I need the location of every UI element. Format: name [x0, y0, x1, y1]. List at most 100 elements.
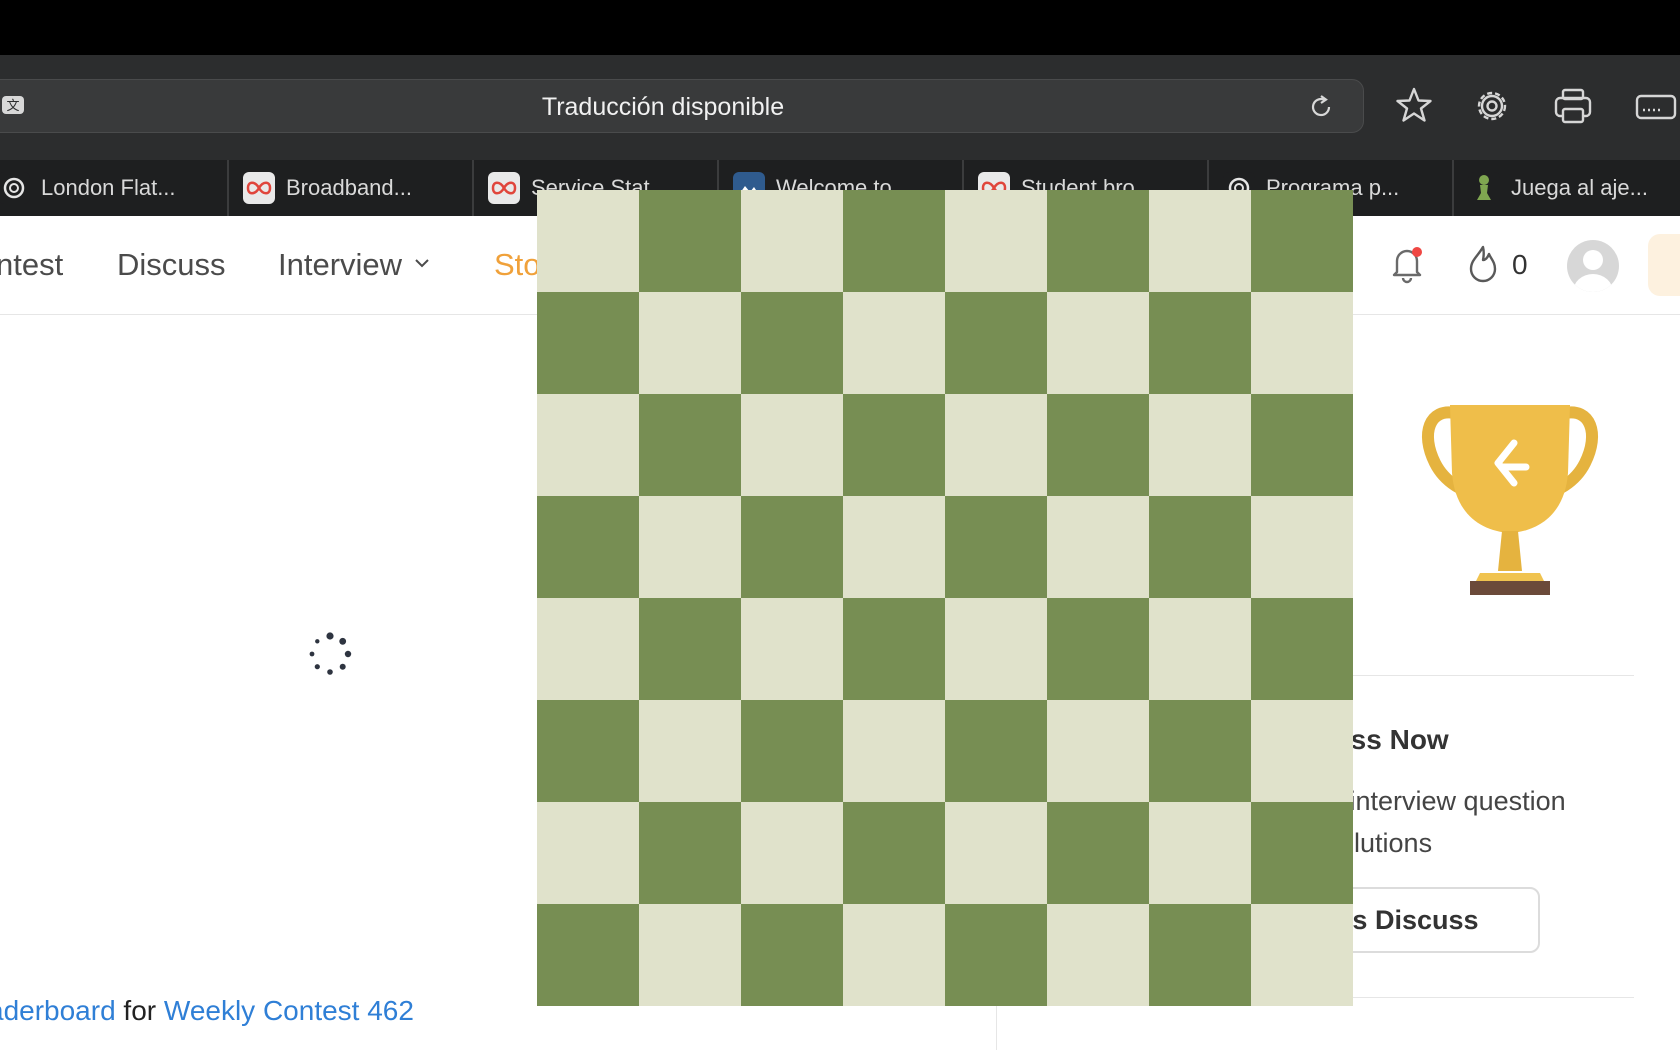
user-avatar-icon [1573, 250, 1613, 292]
board-square-c5[interactable] [741, 496, 843, 598]
board-square-g4[interactable] [1149, 598, 1251, 700]
board-square-a6[interactable] [537, 394, 639, 496]
url-bar-text: Traducción disponible [541, 93, 785, 121]
board-square-h3[interactable] [1251, 700, 1353, 802]
board-square-h8[interactable] [1251, 190, 1353, 292]
printer-icon[interactable] [1551, 84, 1595, 128]
board-square-g2[interactable] [1149, 802, 1251, 904]
discuss-desc-line1: re interview question [1318, 786, 1566, 816]
board-square-f8[interactable] [1047, 190, 1149, 292]
board-square-h1[interactable] [1251, 904, 1353, 1006]
gear-icon[interactable] [1470, 84, 1514, 128]
board-square-b8[interactable] [639, 190, 741, 292]
board-square-b3[interactable] [639, 700, 741, 802]
board-square-h7[interactable] [1251, 292, 1353, 394]
board-square-d1[interactable] [843, 904, 945, 1006]
nav-contest[interactable]: ntest [0, 216, 63, 314]
board-square-c6[interactable] [741, 394, 843, 496]
board-square-e8[interactable] [945, 190, 1047, 292]
board-square-e6[interactable] [945, 394, 1047, 496]
board-square-a5[interactable] [537, 496, 639, 598]
nav-discuss[interactable]: Discuss [117, 216, 226, 314]
board-square-h6[interactable] [1251, 394, 1353, 496]
tab-broadband[interactable]: Broadband... [229, 160, 474, 216]
board-square-g1[interactable] [1149, 904, 1251, 1006]
chessboard[interactable] [537, 190, 1353, 1006]
board-square-d2[interactable] [843, 802, 945, 904]
nav-interview-label: Interview [278, 247, 403, 282]
board-square-c4[interactable] [741, 598, 843, 700]
board-square-f6[interactable] [1047, 394, 1149, 496]
board-square-a1[interactable] [537, 904, 639, 1006]
board-square-d7[interactable] [843, 292, 945, 394]
premium-button[interactable] [1648, 234, 1680, 296]
board-square-c3[interactable] [741, 700, 843, 802]
board-square-e1[interactable] [945, 904, 1047, 1006]
board-square-a8[interactable] [537, 190, 639, 292]
reload-icon[interactable] [1307, 93, 1335, 121]
board-square-c1[interactable] [741, 904, 843, 1006]
board-square-b6[interactable] [639, 394, 741, 496]
leaderboard-line: aderboard for Weekly Contest 462 [0, 995, 414, 1027]
board-square-g5[interactable] [1149, 496, 1251, 598]
url-bar[interactable]: 文 Traducción disponible [0, 79, 1364, 133]
tab-juega-ajedrez[interactable]: Juega al aje... [1454, 160, 1680, 216]
discuss-card-desc: re interview question solutions [1318, 780, 1566, 864]
board-square-f4[interactable] [1047, 598, 1149, 700]
board-square-d5[interactable] [843, 496, 945, 598]
tab-london-flat[interactable]: London Flat... [0, 160, 229, 216]
board-square-f5[interactable] [1047, 496, 1149, 598]
board-square-h4[interactable] [1251, 598, 1353, 700]
board-square-a2[interactable] [537, 802, 639, 904]
board-square-e2[interactable] [945, 802, 1047, 904]
loading-spinner-icon [309, 632, 352, 675]
streak-fire-icon[interactable] [1466, 244, 1500, 284]
board-square-b4[interactable] [639, 598, 741, 700]
board-square-h5[interactable] [1251, 496, 1353, 598]
nav-store[interactable]: Sto [494, 216, 541, 314]
star-icon[interactable] [1392, 84, 1436, 128]
board-square-g8[interactable] [1149, 190, 1251, 292]
window-top-strip [0, 0, 1680, 55]
board-square-b2[interactable] [639, 802, 741, 904]
avatar[interactable] [1567, 240, 1619, 292]
infinity-icon [243, 172, 275, 204]
board-square-g3[interactable] [1149, 700, 1251, 802]
board-square-b7[interactable] [639, 292, 741, 394]
chess-pawn-icon [1468, 172, 1500, 204]
board-square-f2[interactable] [1047, 802, 1149, 904]
leaderboard-for-text: for [115, 995, 164, 1026]
board-square-d6[interactable] [843, 394, 945, 496]
board-square-d8[interactable] [843, 190, 945, 292]
weekly-contest-link[interactable]: Weekly Contest 462 [164, 995, 414, 1026]
board-square-d4[interactable] [843, 598, 945, 700]
board-square-a3[interactable] [537, 700, 639, 802]
board-square-e5[interactable] [945, 496, 1047, 598]
board-square-h2[interactable] [1251, 802, 1353, 904]
openai-icon [0, 172, 30, 204]
notification-bell-icon[interactable] [1388, 244, 1426, 284]
board-square-f1[interactable] [1047, 904, 1149, 1006]
board-square-g6[interactable] [1149, 394, 1251, 496]
board-square-f7[interactable] [1047, 292, 1149, 394]
infinity-icon [488, 172, 520, 204]
board-square-c8[interactable] [741, 190, 843, 292]
board-square-e3[interactable] [945, 700, 1047, 802]
board-square-d3[interactable] [843, 700, 945, 802]
board-square-a7[interactable] [537, 292, 639, 394]
nav-interview[interactable]: Interview [278, 216, 430, 314]
card-divider [1330, 997, 1634, 998]
board-square-e4[interactable] [945, 598, 1047, 700]
leaderboard-link[interactable]: aderboard [0, 995, 116, 1026]
keyboard-icon[interactable] [1634, 84, 1678, 128]
trophy-icon [1421, 405, 1599, 595]
column-divider [996, 1000, 997, 1050]
board-square-f3[interactable] [1047, 700, 1149, 802]
board-square-b1[interactable] [639, 904, 741, 1006]
board-square-c2[interactable] [741, 802, 843, 904]
board-square-a4[interactable] [537, 598, 639, 700]
board-square-b5[interactable] [639, 496, 741, 598]
board-square-c7[interactable] [741, 292, 843, 394]
board-square-g7[interactable] [1149, 292, 1251, 394]
board-square-e7[interactable] [945, 292, 1047, 394]
